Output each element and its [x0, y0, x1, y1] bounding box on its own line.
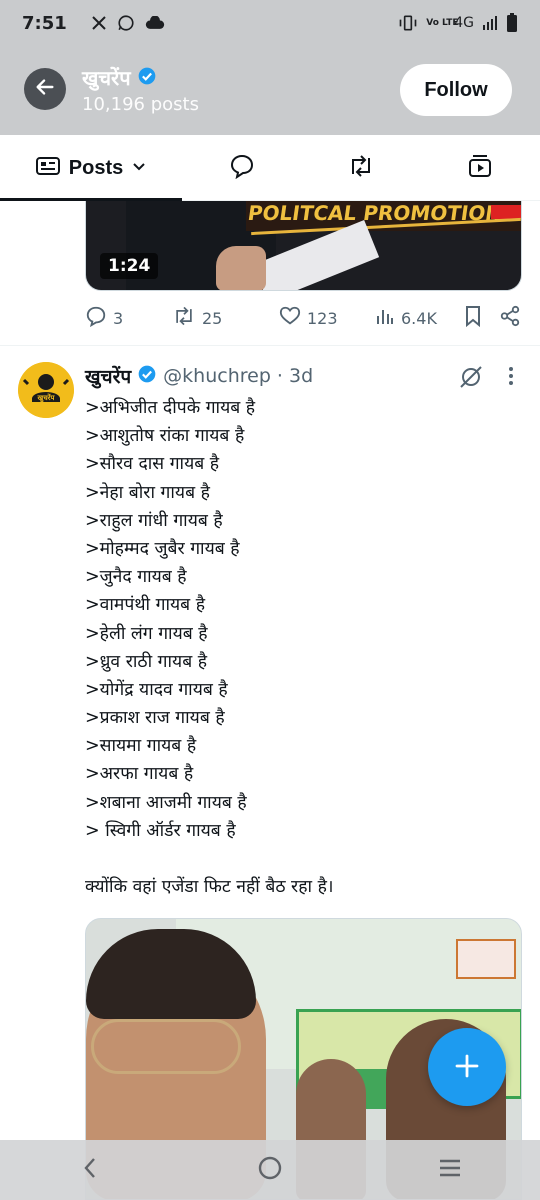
tweet-line: >योगेंद्र यादव गायब है	[85, 679, 228, 700]
bookmark-icon	[463, 305, 483, 331]
verified-badge-icon	[137, 364, 157, 389]
video-icon	[467, 153, 493, 183]
grok-icon	[458, 366, 484, 394]
system-home-button[interactable]	[230, 1140, 310, 1200]
x-logo-icon	[91, 15, 107, 31]
video-frame-hand	[216, 246, 266, 290]
repost-count: 25	[202, 308, 223, 328]
profile-title: खुचरेंप	[82, 64, 157, 91]
share-icon	[499, 305, 521, 331]
chevron-down-icon	[131, 158, 147, 178]
profile-header-area: 7:51 Vo LTE 4G खुचरेंप 10,196 posts Foll…	[0, 0, 540, 135]
tweet-line: >नेहा बोरा गायब है	[85, 482, 210, 503]
plus-icon	[454, 1053, 480, 1082]
chevron-left-icon	[81, 1156, 99, 1184]
compose-button[interactable]	[428, 1028, 506, 1106]
more-options-button[interactable]	[504, 364, 518, 394]
tweet-header: खुचरेंप @khuchrep · 3d	[85, 362, 313, 390]
bookmark-button[interactable]	[463, 305, 499, 331]
battery-icon	[506, 13, 518, 33]
reply-button[interactable]: 3	[85, 305, 172, 331]
tweet-author-handle[interactable]: @khuchrep	[163, 365, 271, 387]
tweet-line: >हेली लंग गायब है	[85, 623, 208, 644]
feed-icon	[35, 155, 61, 181]
post-actions: 3 25 123 6.4K	[85, 302, 525, 334]
volte-label: Vo LTE	[426, 17, 459, 28]
like-count: 123	[307, 308, 338, 328]
like-button[interactable]: 123	[279, 305, 375, 331]
profile-posts-count: 10,196 posts	[82, 94, 199, 115]
photo-sign	[456, 939, 516, 979]
cloud-icon	[145, 16, 165, 30]
video-duration: 1:24	[100, 253, 159, 279]
tweet-line: >अरफा गायब है	[85, 764, 194, 785]
repost-button[interactable]: 25	[172, 305, 279, 331]
tab-posts-label: Posts	[68, 156, 124, 179]
post-divider	[0, 345, 540, 346]
tweet-line: >राहुल गांधी गायब है	[85, 510, 223, 531]
repost-icon	[347, 154, 375, 182]
more-vertical-icon	[504, 367, 518, 394]
arrow-left-icon	[34, 76, 56, 102]
tweet-line: >ध्रुव राठी गायब है	[85, 651, 208, 672]
status-time: 7:51	[22, 12, 67, 34]
avatar[interactable]: खुचरेंप	[18, 362, 74, 418]
whatsapp-icon	[117, 14, 135, 32]
reply-count: 3	[113, 308, 124, 328]
tweet-line: >आशुतोष रांका गायब है	[85, 426, 245, 447]
tweet-line: >सायमा गायब है	[85, 736, 197, 757]
network-label: 4G	[454, 15, 474, 31]
tweet-line: >अभिजीत दीपके गायब है	[85, 398, 256, 418]
tweet-text: >अभिजीत दीपके गायब है >आशुतोष रांका गायब…	[85, 394, 525, 845]
tweet-closing-line: क्योंकि वहां एजेंडा फिट नहीं बैठ रहा है।	[85, 877, 334, 897]
status-bar: 7:51 Vo LTE 4G	[0, 0, 540, 46]
profile-header: खुचरेंप 10,196 posts Follow	[0, 56, 540, 126]
back-button[interactable]	[24, 68, 66, 110]
system-recents-button[interactable]	[410, 1140, 490, 1200]
views-button[interactable]: 6.4K	[375, 306, 463, 330]
tweet-line: >सौरव दास गायब है	[85, 454, 220, 475]
menu-lines-icon	[437, 1157, 463, 1183]
views-icon	[375, 306, 395, 330]
video-thumbnail[interactable]: POLITCAL PROMOTION 1:24	[85, 201, 522, 291]
tweet-line: >वामपंथी गायब है	[85, 595, 205, 616]
repost-icon	[172, 305, 196, 331]
system-nav-bar	[0, 1140, 540, 1200]
tweet-line: > स्विगी ऑर्डर गायब है	[85, 820, 236, 841]
vibrate-icon	[398, 14, 418, 32]
system-back-button[interactable]	[50, 1140, 130, 1200]
tweet-time: · 3d	[276, 365, 314, 387]
tweet-line: >मोहम्मद जुबैर गायब है	[85, 538, 240, 559]
heart-icon	[279, 305, 301, 331]
grok-button[interactable]	[458, 364, 484, 394]
profile-tabs: Posts	[0, 135, 540, 201]
svg-text:खुचरेंप: खुचरेंप	[36, 393, 55, 403]
tweet-author-name[interactable]: खुचरेंप	[85, 363, 131, 389]
tweet-line: >जुनैद गायब है	[85, 567, 187, 588]
avatar-logo-icon: खुचरेंप	[18, 362, 74, 418]
tweet-line: >प्रकाश राज गायब है	[85, 708, 225, 729]
photo-glasses	[91, 1019, 241, 1074]
reply-icon	[85, 305, 107, 331]
views-count: 6.4K	[401, 308, 437, 328]
tab-reposts[interactable]	[301, 135, 420, 201]
share-button[interactable]	[499, 305, 525, 331]
home-circle-icon	[257, 1155, 283, 1185]
video-frame-accent	[491, 205, 521, 219]
tab-posts[interactable]: Posts	[0, 135, 182, 201]
profile-name: खुचरेंप	[82, 66, 131, 90]
tab-videos[interactable]	[420, 135, 539, 201]
follow-button[interactable]: Follow	[400, 64, 512, 116]
reply-bubble-icon	[229, 153, 255, 183]
tab-replies[interactable]	[182, 135, 301, 201]
verified-badge-icon	[137, 66, 157, 90]
signal-icon	[482, 15, 498, 31]
tweet-line: >शबाना आजमी गायब है	[85, 792, 247, 813]
